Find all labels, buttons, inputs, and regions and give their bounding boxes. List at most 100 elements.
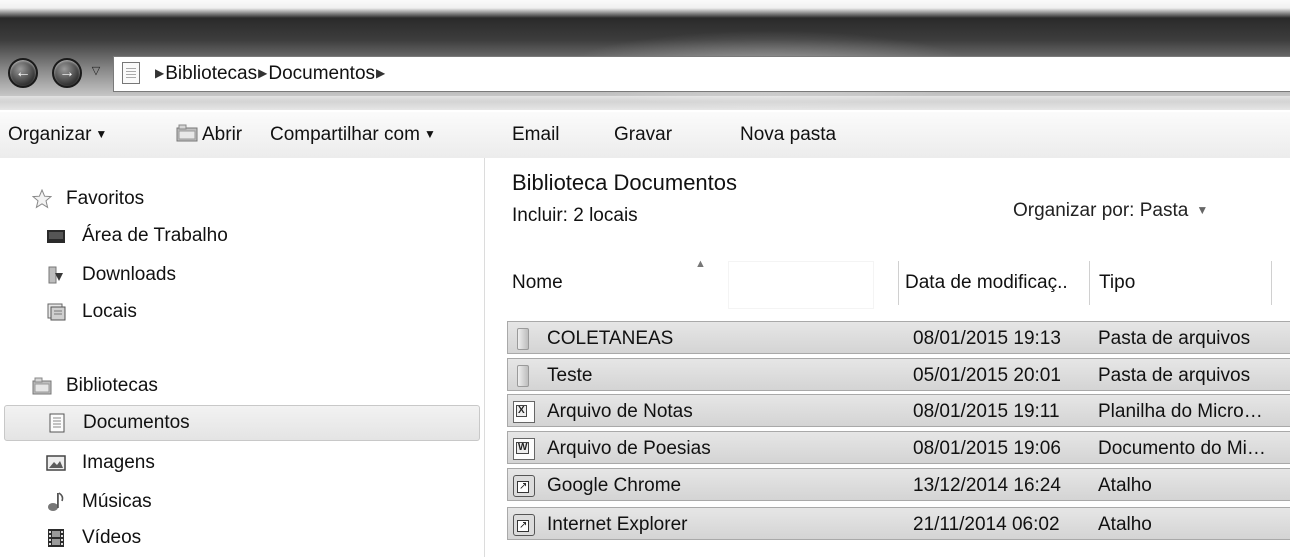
file-date-modified: 05/01/2015 20:01: [913, 365, 1061, 386]
file-name: Google Chrome: [547, 475, 682, 496]
dropdown-arrow-icon: ▼: [95, 127, 108, 141]
column-header-row: Nome ▲ Data de modificaç.. Tipo: [485, 253, 1290, 313]
new-folder-button[interactable]: Nova pasta: [740, 112, 836, 158]
recent-pages-button[interactable]: ▽: [88, 62, 104, 80]
arrange-by-dropdown[interactable]: Organizar por: Pasta ▼: [1013, 200, 1208, 222]
recent-places-icon: [47, 303, 66, 321]
sort-ascending-icon: ▲: [695, 258, 706, 270]
arrange-by-label: Organizar por: Pasta: [1013, 200, 1189, 221]
file-name: Teste: [547, 365, 593, 386]
column-header-date-modified[interactable]: Data de modificaç..: [905, 253, 1068, 313]
file-name: Internet Explorer: [547, 514, 688, 535]
command-bar: Organizar ▼ Abrir Compartilhar com ▼ Email…: [0, 112, 1290, 159]
desktop-icon: [47, 230, 65, 243]
share-with-button[interactable]: Compartilhar com ▼: [270, 112, 436, 158]
file-type: Documento do Mi…: [1098, 438, 1266, 459]
nav-label: Músicas: [82, 491, 152, 512]
shortcut-icon: ↗: [513, 514, 535, 536]
library-title: Biblioteca Documentos: [512, 170, 738, 195]
nav-item-musicas[interactable]: Músicas: [0, 485, 480, 519]
column-divider[interactable]: [898, 261, 899, 305]
column-divider[interactable]: [1271, 261, 1272, 305]
chevron-down-icon: ▽: [91, 65, 101, 77]
nav-item-locais[interactable]: Locais: [0, 295, 480, 329]
music-icon: [48, 492, 64, 511]
dropdown-arrow-icon: ▼: [423, 127, 436, 141]
file-row[interactable]: Teste 05/01/2015 20:01 Pasta de arquivos: [507, 358, 1290, 391]
column-header-name[interactable]: Nome: [512, 253, 563, 313]
downloads-folder-icon: [48, 266, 63, 284]
breadcrumb-arrow-icon[interactable]: ▶: [375, 66, 386, 80]
documents-icon: [49, 413, 65, 433]
file-date-modified: 08/01/2015 19:13: [913, 328, 1061, 349]
file-date-modified: 13/12/2014 16:24: [913, 475, 1061, 496]
organize-label: Organizar: [8, 124, 92, 145]
share-with-label: Compartilhar com: [270, 124, 420, 145]
nav-item-favoritos[interactable]: Favoritos: [0, 182, 480, 216]
shortcut-icon: ↗: [513, 475, 535, 497]
nav-item-downloads[interactable]: Downloads: [0, 258, 480, 292]
nav-label: Documentos: [83, 412, 190, 433]
open-button[interactable]: Abrir: [176, 112, 242, 158]
back-button[interactable]: ←: [8, 58, 38, 88]
library-include-link[interactable]: Incluir: 2 locais: [512, 205, 638, 227]
file-type: Atalho: [1098, 475, 1152, 496]
folder-icon: [517, 365, 529, 387]
file-date-modified: 21/11/2014 06:02: [913, 514, 1060, 535]
content-pane: Biblioteca Documentos Incluir: 2 locais …: [485, 158, 1290, 557]
organize-button[interactable]: Organizar ▼: [8, 112, 107, 158]
back-arrow-icon: ←: [15, 64, 31, 81]
nav-item-documentos[interactable]: Documentos: [4, 405, 480, 441]
file-type: Planilha do Micro…: [1098, 401, 1263, 422]
file-date-modified: 08/01/2015 19:11: [913, 401, 1060, 422]
explorer-window: ← → ▽ ▶Bibliotecas▶Documentos▶ Organizar…: [0, 0, 1290, 557]
file-type: Atalho: [1098, 514, 1152, 535]
breadcrumb-bibliotecas[interactable]: Bibliotecas: [165, 63, 257, 84]
nav-label: Downloads: [82, 264, 176, 285]
breadcrumb-documentos[interactable]: Documentos: [268, 63, 375, 84]
file-type: Pasta de arquivos: [1098, 328, 1251, 349]
navigation-pane: Favoritos Área de Trabalho Downloads Loc…: [0, 158, 485, 557]
nav-label: Bibliotecas: [66, 375, 158, 396]
library-icon: [176, 124, 198, 142]
library-icon: [32, 377, 52, 395]
nav-label: Imagens: [82, 452, 155, 473]
file-name: Arquivo de Notas: [547, 401, 693, 422]
dropdown-arrow-icon: ▼: [1196, 203, 1209, 217]
column-divider[interactable]: [1089, 261, 1090, 305]
nav-label: Vídeos: [82, 527, 142, 548]
breadcrumb-arrow-icon[interactable]: ▶: [257, 66, 268, 80]
nav-item-area-de-trabalho[interactable]: Área de Trabalho: [0, 219, 480, 253]
nav-label: Favoritos: [66, 188, 145, 209]
file-row[interactable]: W Arquivo de Poesias 08/01/2015 19:06 Do…: [507, 431, 1290, 464]
videos-icon: [48, 529, 64, 547]
breadcrumb-arrow-icon[interactable]: ▶: [154, 66, 165, 80]
file-name: Arquivo de Poesias: [547, 438, 711, 459]
address-bar[interactable]: ▶Bibliotecas▶Documentos▶: [113, 56, 1290, 92]
nav-label: Área de Trabalho: [82, 225, 228, 246]
forward-button[interactable]: →: [52, 58, 82, 88]
file-row[interactable]: X Arquivo de Notas 08/01/2015 19:11 Plan…: [507, 394, 1290, 427]
file-row[interactable]: ↗ Internet Explorer 21/11/2014 06:02 Ata…: [507, 507, 1290, 540]
folder-icon: [517, 328, 529, 350]
forward-arrow-icon: →: [59, 64, 75, 81]
excel-icon: X: [513, 401, 535, 423]
nav-item-imagens[interactable]: Imagens: [0, 446, 480, 480]
file-row[interactable]: ↗ Google Chrome 13/12/2014 16:24 Atalho: [507, 468, 1290, 501]
star-icon: [32, 189, 52, 209]
burn-button[interactable]: Gravar: [614, 112, 672, 158]
open-label: Abrir: [202, 124, 243, 145]
nav-item-bibliotecas[interactable]: Bibliotecas: [0, 369, 480, 403]
title-bar: ← → ▽ ▶Bibliotecas▶Documentos▶: [0, 0, 1290, 110]
file-row[interactable]: COLETANEAS 08/01/2015 19:13 Pasta de arq…: [507, 321, 1290, 354]
pictures-icon: [46, 455, 66, 471]
document-icon: [122, 62, 140, 84]
title-highlight: [0, 96, 1290, 102]
nav-item-videos[interactable]: Vídeos: [0, 521, 480, 555]
file-name: COLETANEAS: [547, 328, 674, 349]
email-button[interactable]: Email: [512, 112, 560, 158]
nav-label: Locais: [82, 301, 137, 322]
column-header-type[interactable]: Tipo: [1099, 253, 1135, 313]
breadcrumb: ▶Bibliotecas▶Documentos▶: [154, 57, 386, 91]
file-date-modified: 08/01/2015 19:06: [913, 438, 1061, 459]
